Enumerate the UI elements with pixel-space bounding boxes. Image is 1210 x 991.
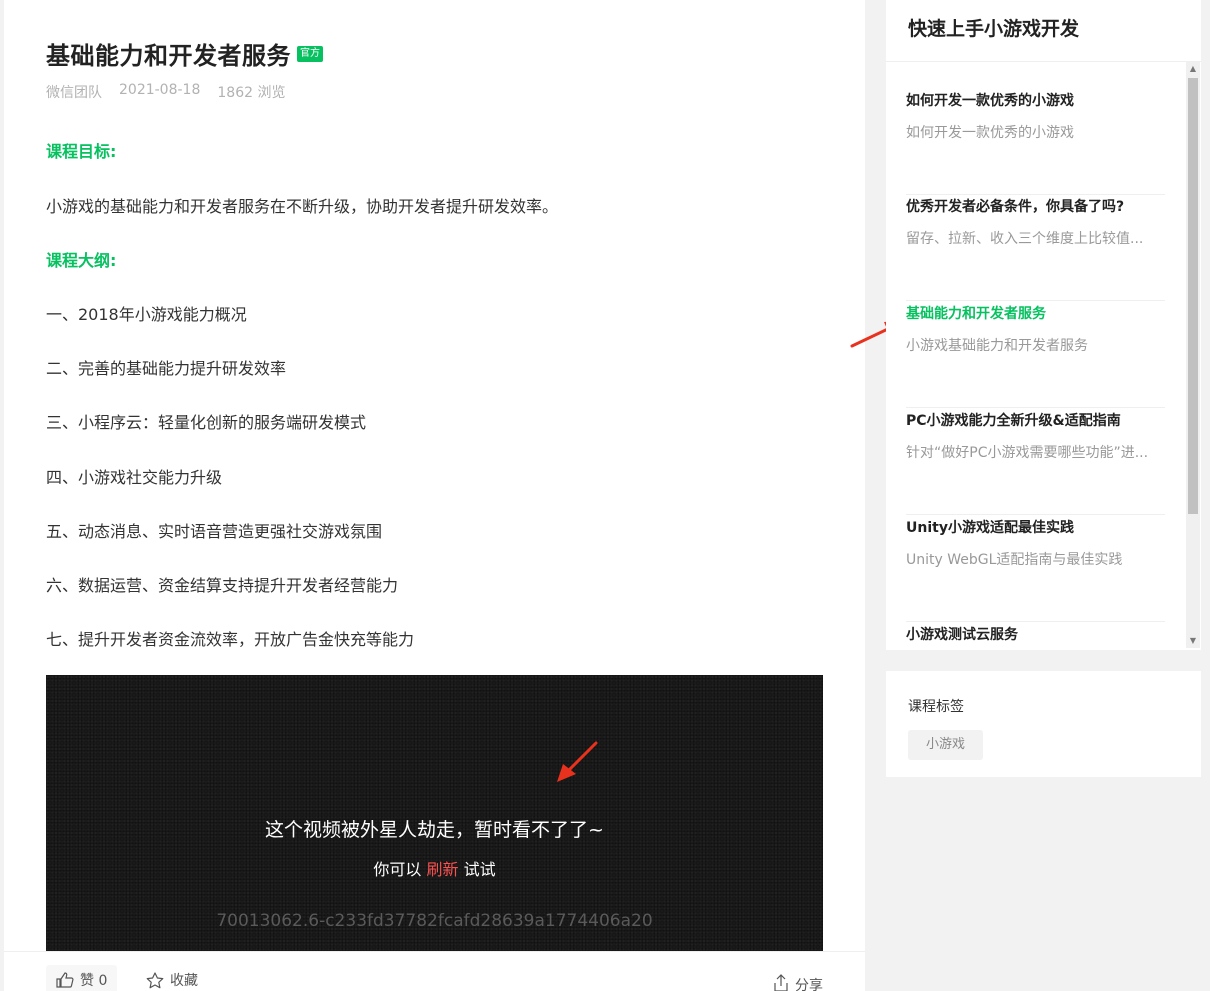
outline-item: 三、小程序云：轻量化创新的服务端研发模式 — [46, 413, 367, 432]
course-sidebar: 快速上手小游戏开发 如何开发一款优秀的小游戏 如何开发一款优秀的小游戏 优秀开发… — [886, 0, 1201, 650]
outline-item: 四、小游戏社交能力升级 — [46, 468, 223, 487]
star-icon — [146, 971, 164, 989]
course-item-title: 小游戏测试云服务 — [906, 627, 1018, 643]
course-item-title: 优秀开发者必备条件，你具备了吗? — [906, 199, 1125, 215]
divider — [906, 621, 1165, 622]
sidebar-scrollbar[interactable]: ▲ ▼ — [1186, 62, 1200, 648]
scroll-up-icon[interactable]: ▲ — [1186, 62, 1200, 76]
video-error-message: 这个视频被外星人劫走，暂时看不了了~ — [265, 819, 604, 841]
outline-item: 六、数据运营、资金结算支持提升开发者经营能力 — [46, 576, 399, 595]
course-item-active[interactable]: 基础能力和开发者服务 小游戏基础能力和开发者服务 — [906, 303, 1165, 408]
tag-chip[interactable]: 小游戏 — [908, 730, 984, 760]
sidebar-title: 快速上手小游戏开发 — [908, 18, 1080, 40]
goal-heading: 课程目标: — [46, 142, 117, 161]
favorite-button[interactable]: 收藏 — [136, 965, 208, 991]
video-retry-line: 你可以 刷新 试试 — [46, 856, 823, 880]
tags-card: 课程标签 小游戏 — [886, 671, 1201, 777]
share-label: 分享 — [795, 978, 823, 991]
course-item-title: 如何开发一款优秀的小游戏 — [906, 93, 1074, 109]
outline-heading: 课程大纲: — [46, 251, 117, 270]
course-item-desc: 如何开发一款优秀的小游戏 — [906, 125, 1074, 141]
article-panel: 基础能力和开发者服务 官方 微信团队 2021-08-18 1862 浏览 课程… — [4, 0, 865, 991]
red-arrow-annotation — [557, 741, 598, 782]
video-player[interactable]: 这个视频被外星人劫走，暂时看不了了~ 你可以 刷新 试试 70013062.6-… — [46, 675, 823, 951]
favorite-label: 收藏 — [170, 973, 198, 989]
course-item-desc: 小游戏基础能力和开发者服务 — [906, 338, 1088, 354]
view-count: 1862 浏览 — [217, 85, 286, 101]
action-bar: 赞 0 收藏 分享 — [4, 951, 865, 991]
outline-item: 二、完善的基础能力提升研发效率 — [46, 359, 287, 378]
thumbs-up-icon — [56, 972, 74, 988]
retry-suffix: 试试 — [463, 860, 496, 879]
course-item-title: 基础能力和开发者服务 — [906, 306, 1046, 322]
goal-text: 小游戏的基础能力和开发者服务在不断升级，协助开发者提升研发效率。 — [46, 197, 559, 216]
outline-item: 五、动态消息、实时语音营造更强社交游戏氛围 — [46, 522, 383, 541]
course-item[interactable]: 如何开发一款优秀的小游戏 如何开发一款优秀的小游戏 — [906, 90, 1165, 195]
share-button[interactable]: 分享 — [773, 974, 823, 991]
divider — [906, 407, 1165, 408]
course-item-title: Unity小游戏适配最佳实践 — [906, 520, 1074, 536]
course-item[interactable]: 小游戏测试云服务 — [906, 624, 1165, 644]
publish-date: 2021-08-18 — [119, 82, 201, 98]
course-item[interactable]: 优秀开发者必备条件，你具备了吗? 留存、拉新、收入三个维度上比较值... — [906, 196, 1165, 301]
divider — [906, 194, 1165, 195]
course-item-desc: 留存、拉新、收入三个维度上比较值... — [906, 231, 1144, 247]
outline-item: 七、提升开发者资金流效率，开放广告金快充等能力 — [46, 630, 415, 649]
video-error-id: 70013062.6-c233fd37782fcafd28639a1774406… — [216, 911, 653, 931]
retry-prefix: 你可以 — [373, 860, 422, 879]
scrollbar-thumb[interactable] — [1188, 78, 1198, 514]
official-badge: 官方 — [297, 45, 323, 62]
course-item-desc: Unity WebGL适配指南与最佳实践 — [906, 552, 1123, 568]
scroll-down-icon[interactable]: ▼ — [1186, 634, 1200, 648]
article-meta: 微信团队 2021-08-18 1862 浏览 — [46, 82, 285, 102]
author-link[interactable]: 微信团队 — [46, 82, 102, 102]
page-title: 基础能力和开发者服务 — [46, 42, 291, 70]
divider — [886, 61, 1201, 62]
course-item[interactable]: Unity小游戏适配最佳实践 Unity WebGL适配指南与最佳实践 — [906, 517, 1165, 622]
title-row: 基础能力和开发者服务 官方 — [46, 36, 323, 71]
course-item-desc: 针对“做好PC小游戏需要哪些功能”进... — [906, 445, 1149, 461]
divider — [906, 300, 1165, 301]
refresh-link[interactable]: 刷新 — [426, 860, 458, 879]
course-item[interactable]: PC小游戏能力全新升级&适配指南 针对“做好PC小游戏需要哪些功能”进... — [906, 410, 1165, 515]
outline-item: 一、2018年小游戏能力概况 — [46, 305, 247, 324]
share-icon — [773, 974, 789, 991]
course-item-title: PC小游戏能力全新升级&适配指南 — [906, 413, 1121, 429]
like-label: 赞 0 — [80, 973, 108, 989]
divider — [906, 514, 1165, 515]
like-button[interactable]: 赞 0 — [46, 965, 118, 991]
tags-title: 课程标签 — [908, 699, 964, 715]
